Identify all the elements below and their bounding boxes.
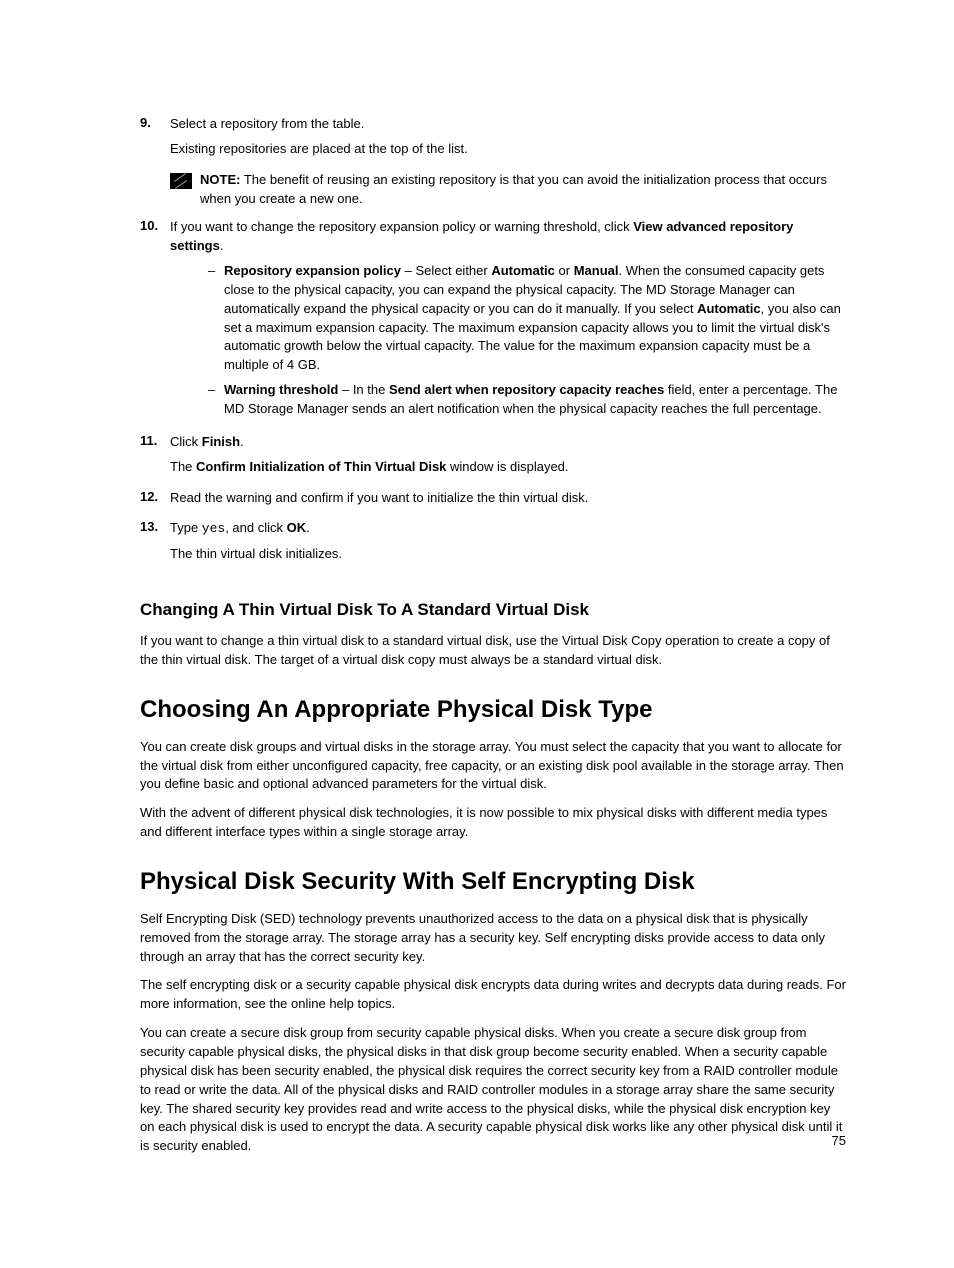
dash-icon: – [208, 381, 224, 419]
step-text: The Confirm Initialization of Thin Virtu… [170, 458, 846, 477]
heading-changing-thin-vd: Changing A Thin Virtual Disk To A Standa… [140, 600, 846, 620]
sub-body: Repository expansion policy – Select eit… [224, 262, 846, 375]
note-icon [170, 173, 192, 189]
paragraph: You can create disk groups and virtual d… [140, 738, 846, 795]
step-text: The thin virtual disk initializes. [170, 545, 846, 564]
step-text: Existing repositories are placed at the … [170, 140, 846, 159]
step-text: Click Finish. [170, 433, 846, 452]
document-page: 9. Select a repository from the table. E… [0, 0, 954, 1268]
step-number: 13. [140, 519, 170, 570]
step-body: If you want to change the repository exp… [170, 218, 846, 426]
step-body: Type yes, and click OK. The thin virtual… [170, 519, 846, 570]
paragraph: The self encrypting disk or a security c… [140, 976, 846, 1014]
step-13: 13. Type yes, and click OK. The thin vir… [140, 519, 846, 570]
note-label: NOTE: [200, 172, 240, 187]
step-11: 11. Click Finish. The Confirm Initializa… [140, 433, 846, 483]
step-body: Select a repository from the table. Exis… [170, 115, 846, 165]
note-text: NOTE: The benefit of reusing an existing… [200, 171, 846, 209]
step-text: Type yes, and click OK. [170, 519, 846, 539]
paragraph: If you want to change a thin virtual dis… [140, 632, 846, 670]
note-block: NOTE: The benefit of reusing an existing… [170, 171, 846, 209]
paragraph: Self Encrypting Disk (SED) technology pr… [140, 910, 846, 967]
page-number: 75 [832, 1133, 846, 1148]
step-body: Click Finish. The Confirm Initialization… [170, 433, 846, 483]
step-body: Read the warning and confirm if you want… [170, 489, 846, 514]
heading-choosing-disk-type: Choosing An Appropriate Physical Disk Ty… [140, 696, 846, 724]
note-body: The benefit of reusing an existing repos… [200, 172, 827, 206]
step-9: 9. Select a repository from the table. E… [140, 115, 846, 165]
step-text: If you want to change the repository exp… [170, 218, 846, 256]
heading-disk-security-sed: Physical Disk Security With Self Encrypt… [140, 868, 846, 896]
step-number: 12. [140, 489, 170, 514]
step-text: Select a repository from the table. [170, 115, 846, 134]
step-number: 11. [140, 433, 170, 483]
sub-body: Warning threshold – In the Send alert wh… [224, 381, 846, 419]
step-number: 9. [140, 115, 170, 165]
step-number: 10. [140, 218, 170, 426]
step-12: 12. Read the warning and confirm if you … [140, 489, 846, 514]
paragraph: You can create a secure disk group from … [140, 1024, 846, 1156]
step-text: Read the warning and confirm if you want… [170, 489, 846, 508]
step-10: 10. If you want to change the repository… [140, 218, 846, 426]
paragraph: With the advent of different physical di… [140, 804, 846, 842]
sub-list: – Repository expansion policy – Select e… [208, 262, 846, 419]
dash-icon: – [208, 262, 224, 375]
sub-item: – Repository expansion policy – Select e… [208, 262, 846, 375]
sub-item: – Warning threshold – In the Send alert … [208, 381, 846, 419]
